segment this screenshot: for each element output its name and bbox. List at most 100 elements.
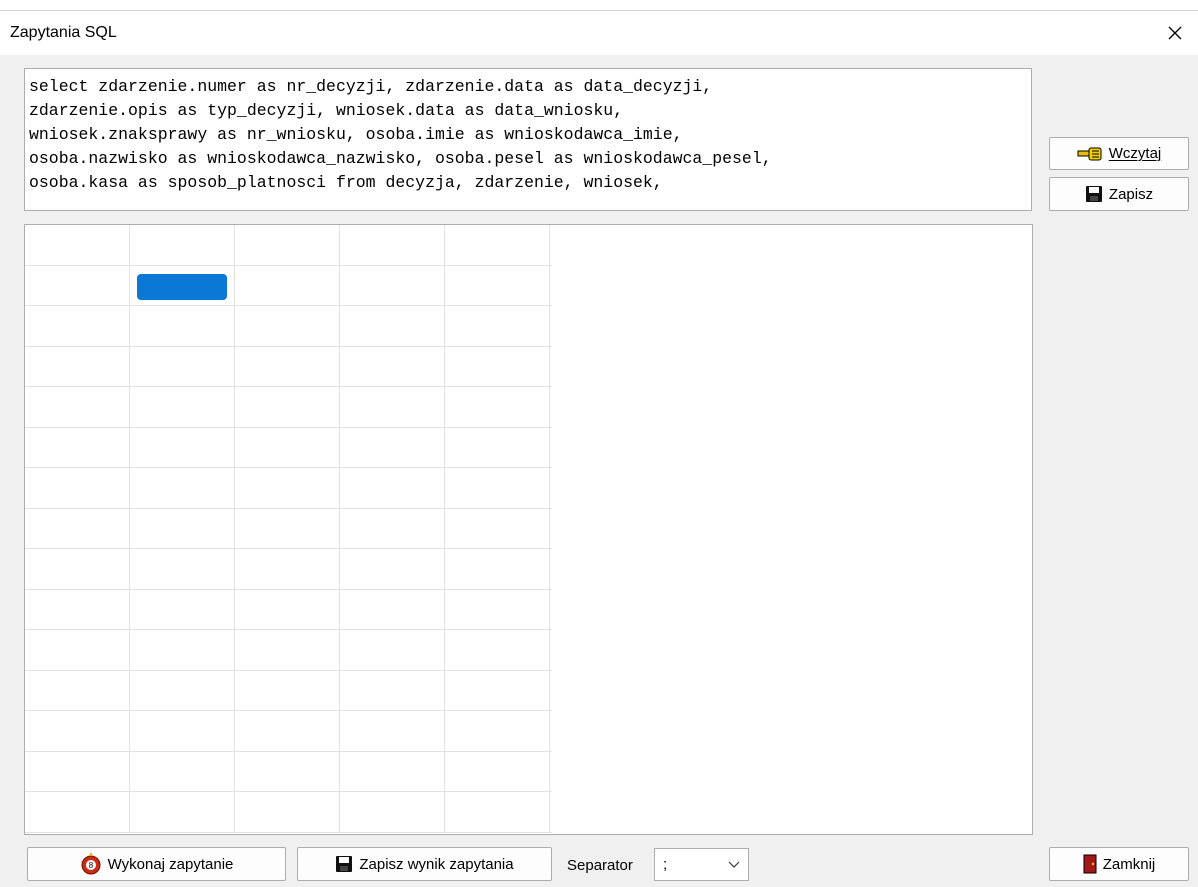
grid-cell[interactable] [235,751,340,791]
grid-cell[interactable] [130,346,235,386]
grid-cell[interactable] [340,306,445,346]
grid-cell[interactable] [445,751,550,791]
grid-cell[interactable] [235,346,340,386]
grid-cell[interactable] [25,549,130,589]
grid-cell[interactable] [25,346,130,386]
grid-cell[interactable] [445,589,550,629]
results-grid[interactable] [24,224,1033,835]
grid-cell[interactable] [445,225,550,265]
grid-cell[interactable] [130,711,235,751]
grid-cell[interactable] [445,792,550,832]
grid-cell[interactable] [25,630,130,670]
grid-cell[interactable] [340,468,445,508]
grid-row[interactable] [25,387,552,428]
sql-query-editor[interactable]: select zdarzenie.numer as nr_decyzji, zd… [24,68,1032,211]
grid-cell[interactable] [235,589,340,629]
grid-cell[interactable] [235,468,340,508]
grid-cell[interactable] [130,751,235,791]
grid-cell[interactable] [130,589,235,629]
grid-cell[interactable] [235,225,340,265]
grid-row[interactable] [25,508,552,549]
grid-cell[interactable] [445,549,550,589]
grid-cell[interactable] [25,711,130,751]
grid-cell[interactable] [130,387,235,427]
grid-cell[interactable] [340,792,445,832]
grid-cell[interactable] [340,589,445,629]
grid-cell[interactable] [340,265,445,305]
grid-row[interactable] [25,630,552,671]
grid-row[interactable] [25,427,552,468]
grid-cell[interactable] [25,387,130,427]
grid-row[interactable] [25,549,552,590]
grid-cell[interactable] [340,549,445,589]
grid-cell[interactable] [340,711,445,751]
execute-query-button[interactable]: 8 Wykonaj zapytanie [27,847,286,881]
close-dialog-button[interactable]: Zamknij [1049,847,1189,881]
grid-cell[interactable] [340,346,445,386]
grid-cell[interactable] [235,387,340,427]
grid-row[interactable] [25,589,552,630]
grid-cell[interactable] [340,670,445,710]
grid-cell[interactable] [340,225,445,265]
grid-cell[interactable] [445,265,550,305]
grid-cell[interactable] [235,630,340,670]
grid-cell[interactable] [445,670,550,710]
grid-cell[interactable] [235,670,340,710]
grid-row[interactable] [25,711,552,752]
grid-cell[interactable] [445,711,550,751]
grid-cell[interactable] [445,306,550,346]
grid-cell[interactable] [235,508,340,548]
grid-cell[interactable] [235,265,340,305]
grid-cell[interactable] [235,427,340,467]
grid-cell[interactable] [235,792,340,832]
grid-cell[interactable] [25,508,130,548]
save-result-button[interactable]: Zapisz wynik zapytania [297,847,552,881]
grid-cell[interactable] [130,630,235,670]
grid-cell[interactable] [445,508,550,548]
grid-cell[interactable] [445,387,550,427]
grid-cell[interactable] [130,508,235,548]
grid-cell[interactable] [235,306,340,346]
grid-row[interactable] [25,792,552,833]
save-query-button[interactable]: Zapisz [1049,177,1189,211]
grid-row[interactable] [25,346,552,387]
grid-cell[interactable] [235,549,340,589]
grid-cell[interactable] [25,427,130,467]
grid-row[interactable] [25,670,552,711]
grid-cell[interactable] [340,751,445,791]
grid-row[interactable] [25,265,552,306]
grid-cell[interactable] [130,427,235,467]
grid-cell-selected[interactable] [130,265,235,305]
grid-cell[interactable] [445,346,550,386]
grid-cell[interactable] [130,225,235,265]
grid-cell[interactable] [130,792,235,832]
grid-cell[interactable] [25,225,130,265]
pointing-hand-icon [1077,146,1103,162]
grid-cell[interactable] [445,427,550,467]
grid-cell[interactable] [25,792,130,832]
grid-row[interactable] [25,751,552,792]
grid-cell[interactable] [130,670,235,710]
grid-cell[interactable] [445,468,550,508]
grid-cell[interactable] [340,630,445,670]
grid-cell[interactable] [340,508,445,548]
grid-row[interactable] [25,468,552,509]
grid-cell[interactable] [340,387,445,427]
grid-cell[interactable] [25,306,130,346]
load-button[interactable]: Wczytaj [1049,137,1189,170]
grid-cell[interactable] [25,468,130,508]
close-button[interactable] [1152,11,1198,55]
grid-cell[interactable] [235,711,340,751]
grid-cell[interactable] [130,468,235,508]
grid-cell[interactable] [25,589,130,629]
grid-row[interactable] [25,225,552,266]
grid-cell[interactable] [130,549,235,589]
grid-cell[interactable] [25,751,130,791]
grid-row[interactable] [25,306,552,347]
grid-cell[interactable] [25,670,130,710]
grid-cell[interactable] [130,306,235,346]
grid-cell[interactable] [445,630,550,670]
grid-cell[interactable] [340,427,445,467]
grid-cell[interactable] [25,265,130,305]
separator-select[interactable]: ; [654,848,749,881]
